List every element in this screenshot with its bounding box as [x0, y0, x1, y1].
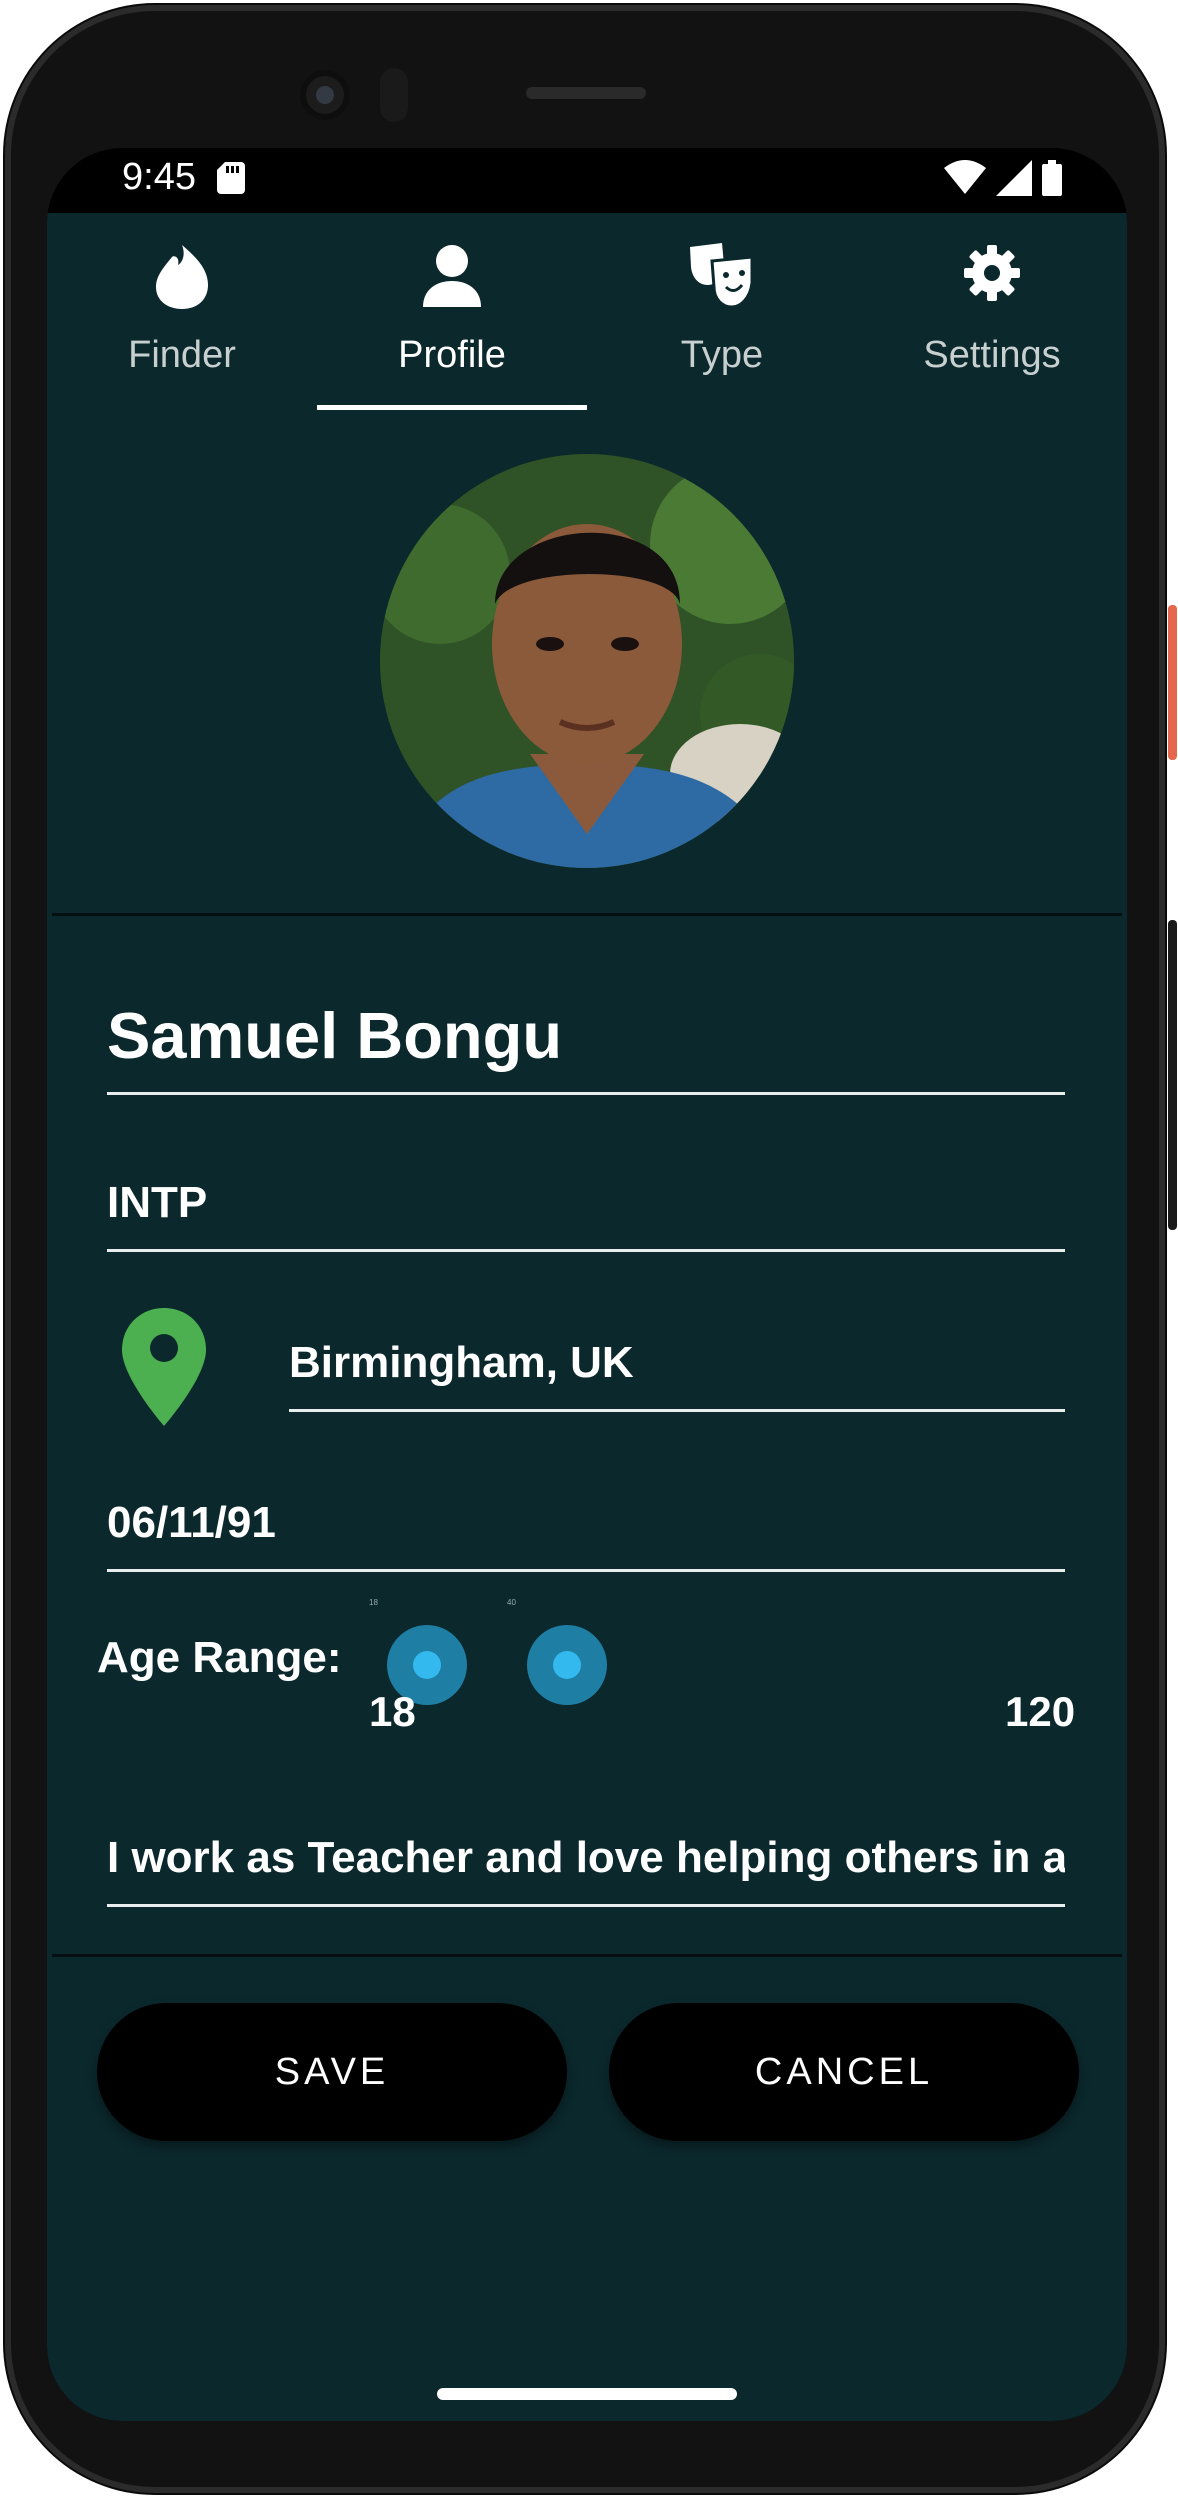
tab-label: Settings: [923, 334, 1061, 376]
theater-masks-icon: [690, 243, 754, 309]
tab-finder[interactable]: Finder: [47, 213, 317, 410]
name-field[interactable]: Samuel Bongu: [107, 997, 1065, 1095]
status-time: 9:45: [122, 156, 196, 198]
tab-label: Type: [680, 334, 764, 376]
wifi-icon: [944, 160, 986, 194]
section-divider: [52, 1954, 1122, 1957]
tab-type[interactable]: Type: [587, 213, 857, 410]
power-button: [1168, 605, 1177, 760]
location-pin-icon: [122, 1308, 206, 1426]
avatar-image: [380, 454, 794, 868]
earpiece-speaker: [526, 87, 646, 99]
age-range-label: Age Range:: [97, 1633, 342, 1682]
location-field[interactable]: Birmingham, UK: [289, 1333, 1065, 1412]
profile-screen: Finder Profile Type Settings Samuel Bong…: [47, 213, 1127, 2421]
section-divider: [52, 913, 1122, 916]
front-camera: [300, 70, 350, 120]
bio-field[interactable]: I work as Teacher and love helping other…: [107, 1828, 1065, 1907]
age-range-high-thumb[interactable]: [527, 1625, 607, 1705]
tab-settings[interactable]: Settings: [857, 213, 1127, 410]
tab-profile[interactable]: Profile: [317, 213, 587, 410]
tab-bar: Finder Profile Type Settings: [47, 213, 1127, 410]
screen: 9:45 Finder Profile Type Settings Samuel…: [47, 148, 1127, 2421]
personality-type-field[interactable]: INTP: [107, 1173, 1065, 1252]
home-gesture-handle[interactable]: [437, 2388, 737, 2400]
slider-high-tick: 40: [507, 1598, 516, 1607]
gear-icon: [964, 245, 1020, 301]
tab-label: Profile: [398, 334, 506, 376]
battery-icon: [1042, 160, 1062, 196]
sd-card-icon: [217, 162, 245, 194]
tab-label: Finder: [128, 334, 236, 376]
cancel-button[interactable]: CANCEL: [609, 2003, 1079, 2141]
profile-photo[interactable]: [380, 454, 794, 868]
proximity-sensor: [380, 68, 408, 122]
save-button[interactable]: SAVE: [97, 2003, 567, 2141]
flame-icon: [156, 245, 208, 309]
cell-signal-icon: [996, 160, 1032, 196]
age-range-max: 120: [1005, 1688, 1076, 1735]
status-bar: 9:45: [47, 148, 1127, 213]
age-range-min: 18: [369, 1688, 416, 1735]
person-icon: [423, 245, 481, 307]
date-of-birth-field[interactable]: 06/11/91: [107, 1493, 1065, 1572]
slider-low-tick: 18: [369, 1598, 378, 1607]
volume-button: [1168, 920, 1177, 1230]
